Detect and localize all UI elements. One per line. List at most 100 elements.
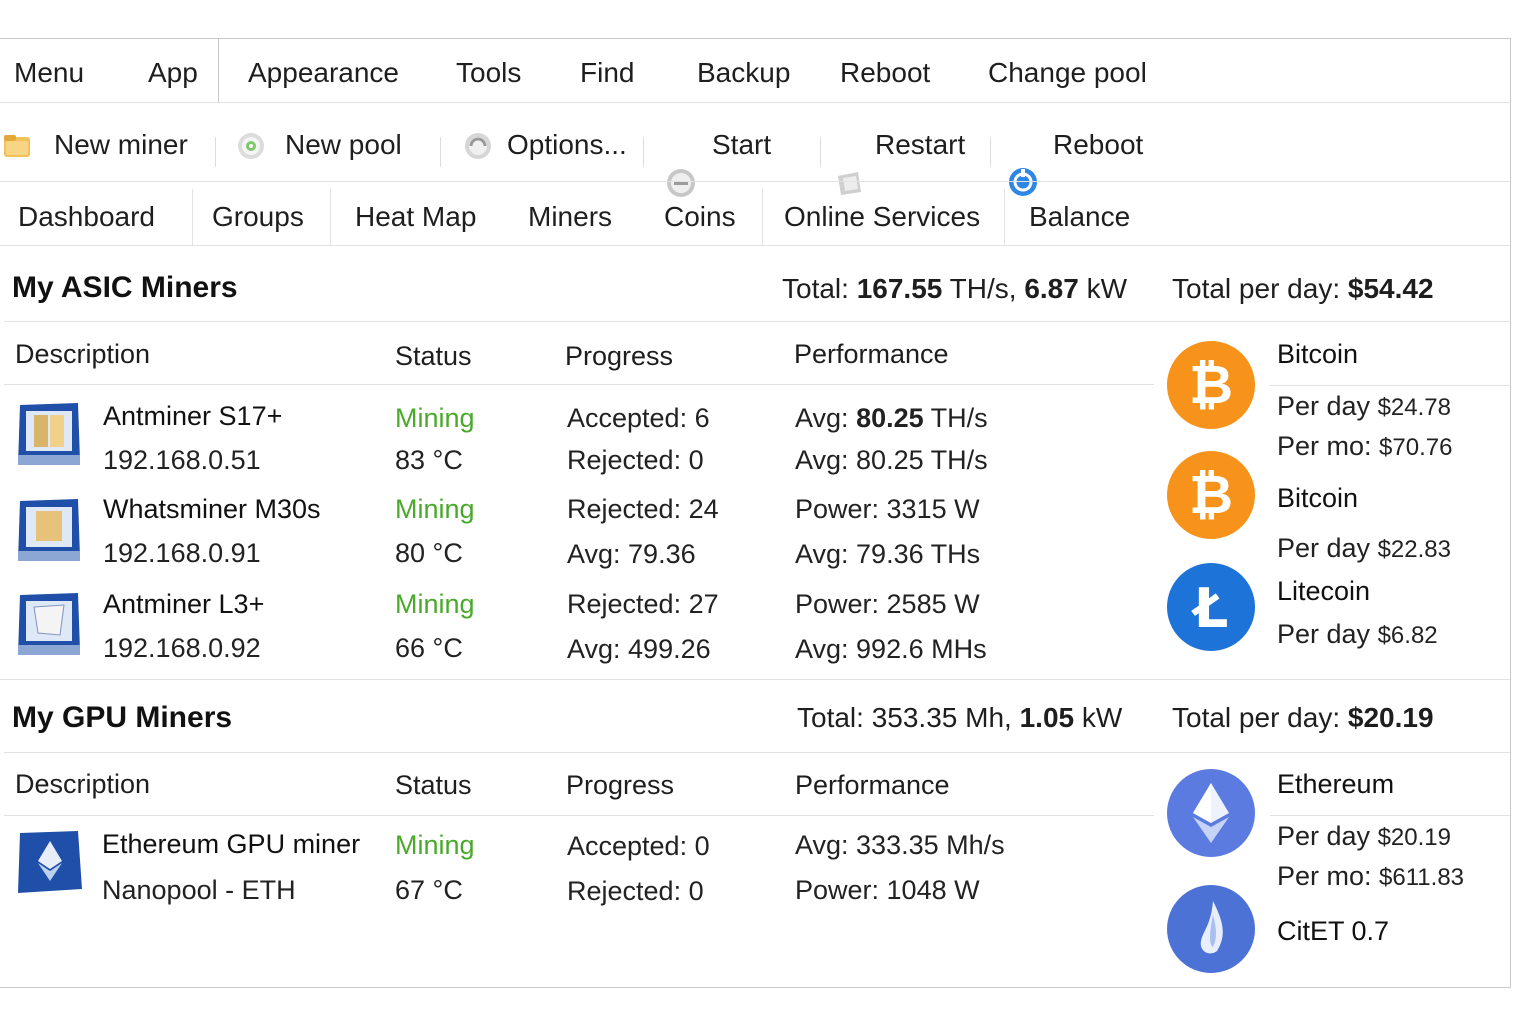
miner-temp: 80 °C bbox=[395, 538, 463, 568]
gpu-section-title: My GPU Miners bbox=[12, 701, 233, 734]
col-description[interactable]: Description bbox=[15, 769, 150, 800]
miner-name[interactable]: Ethereum GPU miner bbox=[102, 829, 360, 860]
asic-section-title: My ASIC Miners bbox=[12, 271, 238, 304]
col-progress[interactable]: Progress bbox=[566, 770, 674, 801]
menu-backup[interactable]: Backup bbox=[697, 57, 790, 89]
svg-text:₿: ₿ bbox=[1189, 463, 1233, 526]
asic-total-label: Total: bbox=[782, 273, 849, 304]
menu-find[interactable]: Find bbox=[580, 57, 634, 89]
miner-temp: 83 °C bbox=[395, 445, 463, 475]
coin-divider bbox=[1270, 385, 1510, 386]
coin-per-day-value: $22.83 bbox=[1377, 536, 1451, 563]
coin-per-mo-value: $70.76 bbox=[1379, 434, 1453, 461]
restart-button[interactable]: Restart bbox=[875, 129, 965, 161]
toolbar-separator bbox=[215, 137, 216, 167]
miner-performance: Avg: 992.6 MHs bbox=[795, 634, 987, 664]
toolbar-separator bbox=[643, 137, 644, 167]
coin-per-mo-label: Per mo: bbox=[1277, 431, 1372, 461]
coin-per-mo-value: $611.83 bbox=[1379, 864, 1465, 891]
coin-per-day-label: Per day bbox=[1277, 619, 1371, 649]
menu-change-pool[interactable]: Change pool bbox=[988, 57, 1147, 89]
menu-divider bbox=[0, 102, 1510, 103]
start-button[interactable]: Start bbox=[712, 129, 771, 161]
col-performance[interactable]: Performance bbox=[794, 339, 949, 370]
col-performance[interactable]: Performance bbox=[795, 770, 950, 801]
toolbar-separator bbox=[440, 137, 441, 167]
gpu-device-icon bbox=[18, 831, 82, 893]
options-button[interactable]: Options... bbox=[507, 129, 627, 161]
miner-name[interactable]: Antminer L3+ bbox=[103, 589, 264, 620]
asic-total-power-unit: kW bbox=[1086, 273, 1128, 304]
tab-online-services[interactable]: Online Services bbox=[784, 201, 980, 233]
status-badge: Mining bbox=[395, 494, 475, 524]
tab-miners[interactable]: Miners bbox=[528, 201, 612, 233]
options-icon[interactable] bbox=[463, 131, 493, 161]
reboot-button[interactable]: Reboot bbox=[1053, 129, 1143, 161]
menu-tools[interactable]: Tools bbox=[456, 57, 521, 89]
asic-total-hash-unit: TH/s, bbox=[949, 273, 1017, 304]
miner-ip: 192.168.0.51 bbox=[103, 445, 261, 475]
miner-performance: Avg: 80.25 TH/s bbox=[795, 445, 988, 475]
app-window: Menu App Appearance Tools Find Backup Re… bbox=[0, 38, 1511, 988]
toolbar-separator bbox=[990, 137, 991, 167]
col-status[interactable]: Status bbox=[395, 341, 472, 372]
coin-name[interactable]: Bitcoin bbox=[1277, 339, 1358, 370]
restart-icon[interactable] bbox=[834, 168, 864, 198]
coin-per-day-label: Per day bbox=[1277, 391, 1371, 421]
miner-performance: Power: 1048 W bbox=[795, 875, 980, 905]
tab-heat-map[interactable]: Heat Map bbox=[355, 201, 476, 233]
col-status[interactable]: Status bbox=[395, 770, 472, 801]
ethereum-icon bbox=[1167, 769, 1255, 857]
asic-device-icon bbox=[18, 403, 80, 465]
menu-separator bbox=[218, 39, 219, 103]
start-icon[interactable] bbox=[666, 168, 696, 198]
coin-name[interactable]: Litecoin bbox=[1277, 576, 1370, 607]
gpu-per-day-label: Total per day: bbox=[1172, 702, 1341, 733]
miner-pool: Nanopool - ETH bbox=[102, 875, 296, 905]
miner-progress: Accepted: 6 bbox=[567, 403, 710, 433]
litecoin-icon: Ł bbox=[1167, 563, 1255, 651]
menu-appearance[interactable]: Appearance bbox=[248, 57, 399, 89]
toolbar-separator bbox=[820, 137, 821, 167]
asic-total-hash: 167.55 bbox=[856, 273, 943, 304]
coin-per-mo: Per mo: $70.76 bbox=[1277, 431, 1452, 462]
gpu-header-divider bbox=[4, 752, 1510, 753]
tab-balance[interactable]: Balance bbox=[1029, 201, 1130, 233]
gpu-per-day-value: $20.19 bbox=[1347, 702, 1434, 733]
perf-avg-label: Avg: bbox=[795, 403, 849, 433]
col-progress[interactable]: Progress bbox=[565, 341, 673, 372]
coin-name[interactable]: CitET 0.7 bbox=[1277, 916, 1389, 947]
tab-groups[interactable]: Groups bbox=[212, 201, 304, 233]
asic-col-divider bbox=[4, 384, 1154, 385]
perf-avg-unit: TH/s bbox=[930, 403, 988, 433]
miner-progress: Rejected: 0 bbox=[567, 876, 704, 906]
miner-progress: Rejected: 24 bbox=[567, 494, 719, 524]
miner-temp: 67 °C bbox=[395, 875, 463, 905]
asic-device-icon bbox=[18, 593, 80, 655]
miner-ip: 192.168.0.92 bbox=[103, 633, 261, 663]
new-pool-button[interactable]: New pool bbox=[285, 129, 402, 161]
asic-per-day-value: $54.42 bbox=[1347, 273, 1434, 304]
coin-name[interactable]: Bitcoin bbox=[1277, 483, 1358, 514]
tab-coins[interactable]: Coins bbox=[664, 201, 736, 233]
gpu-total-hash: 353.35 Mh, bbox=[871, 702, 1012, 733]
menu-menu[interactable]: Menu bbox=[14, 57, 84, 89]
coin-name[interactable]: Ethereum bbox=[1277, 769, 1394, 800]
asic-per-day: Total per day: $54.42 bbox=[1172, 273, 1434, 305]
coin-per-mo: Per mo: $611.83 bbox=[1277, 861, 1464, 892]
asic-total-power: 6.87 bbox=[1024, 273, 1079, 304]
miner-progress: Rejected: 27 bbox=[567, 589, 719, 619]
menu-app[interactable]: App bbox=[148, 57, 198, 89]
tab-dashboard[interactable]: Dashboard bbox=[18, 201, 155, 233]
gpu-total-label: Total: bbox=[797, 702, 864, 733]
reboot-icon[interactable] bbox=[1008, 167, 1038, 197]
tab-separator bbox=[762, 189, 763, 245]
coin-per-day-value: $6.82 bbox=[1377, 622, 1438, 649]
asic-total: Total: 167.55 TH/s, 6.87 kW bbox=[782, 273, 1127, 305]
menu-reboot[interactable]: Reboot bbox=[840, 57, 930, 89]
miner-name[interactable]: Whatsminer M30s bbox=[103, 494, 321, 525]
miner-name[interactable]: Antminer S17+ bbox=[103, 401, 282, 432]
pool-icon[interactable] bbox=[236, 131, 266, 161]
col-description[interactable]: Description bbox=[15, 339, 150, 370]
new-miner-label[interactable]: New miner bbox=[54, 129, 188, 161]
